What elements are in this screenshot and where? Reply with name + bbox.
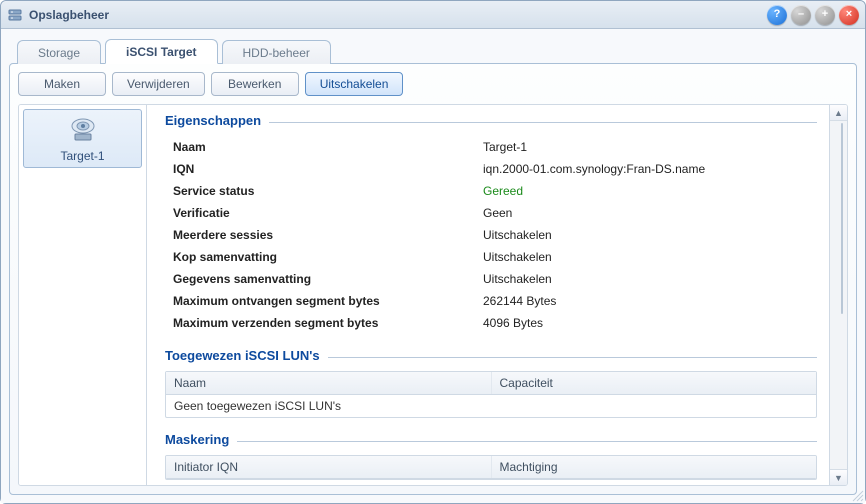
disable-button[interactable]: Uitschakelen: [305, 72, 404, 96]
prop-name-value: Target-1: [483, 136, 527, 158]
maximize-button[interactable]: +: [815, 5, 835, 25]
edit-button[interactable]: Bewerken: [211, 72, 299, 96]
tab-hdd-beheer[interactable]: HDD-beheer: [222, 40, 331, 64]
prop-header-digest-value: Uitschakelen: [483, 246, 552, 268]
section-properties: Eigenschappen Naam Target-1 IQN iqn.2000…: [165, 113, 817, 334]
luns-table-header: Naam Capaciteit: [166, 372, 816, 395]
scrollbar-down-arrow[interactable]: ▼: [830, 469, 847, 485]
masking-table-header: Initiator IQN Machtiging: [166, 456, 816, 479]
prop-max-recv-value: 262144 Bytes: [483, 290, 556, 312]
prop-row-iqn: IQN iqn.2000-01.com.synology:Fran-DS.nam…: [173, 158, 817, 180]
tabstrip: Storage iSCSI Target HDD-beheer: [9, 35, 857, 63]
prop-max-send-value: 4096 Bytes: [483, 312, 543, 334]
window-title: Opslagbeheer: [29, 8, 109, 22]
prop-max-recv-label: Maximum ontvangen segment bytes: [173, 290, 483, 312]
prop-service-status-value: Gereed: [483, 180, 523, 202]
window-body: Storage iSCSI Target HDD-beheer Maken Ve…: [1, 29, 865, 503]
section-luns-title: Toegewezen iSCSI LUN's: [165, 348, 817, 365]
minimize-button[interactable]: –: [791, 5, 811, 25]
prop-service-status-label: Service status: [173, 180, 483, 202]
prop-name-label: Naam: [173, 136, 483, 158]
titlebar: Opslagbeheer ? – + ×: [1, 1, 865, 29]
prop-row-verification: Verificatie Geen: [173, 202, 817, 224]
masking-col-permission: Machtiging: [492, 456, 817, 478]
masking-table: Initiator IQN Machtiging: [165, 455, 817, 480]
prop-row-data-digest: Gegevens samenvatting Uitschakelen: [173, 268, 817, 290]
prop-iqn-value: iqn.2000-01.com.synology:Fran-DS.name: [483, 158, 705, 180]
luns-col-capacity: Capaciteit: [492, 372, 817, 394]
luns-empty-text: Geen toegewezen iSCSI LUN's: [166, 395, 816, 417]
tab-storage[interactable]: Storage: [17, 40, 101, 64]
prop-iqn-label: IQN: [173, 158, 483, 180]
scrollbar-up-arrow[interactable]: ▲: [830, 105, 847, 121]
prop-row-name: Naam Target-1: [173, 136, 817, 158]
prop-row-header-digest: Kop samenvatting Uitschakelen: [173, 246, 817, 268]
target-item-label: Target-1: [60, 149, 104, 163]
prop-row-max-recv: Maximum ontvangen segment bytes 262144 B…: [173, 290, 817, 312]
prop-header-digest-label: Kop samenvatting: [173, 246, 483, 268]
tab-iscsi-target[interactable]: iSCSI Target: [105, 39, 217, 64]
iscsi-target-icon: [24, 116, 141, 147]
scrollbar-thumb[interactable]: [841, 123, 843, 314]
prop-verification-label: Verificatie: [173, 202, 483, 224]
luns-empty-row: Geen toegewezen iSCSI LUN's: [166, 395, 816, 417]
toolbar: Maken Verwijderen Bewerken Uitschakelen: [18, 72, 848, 96]
prop-row-service-status: Service status Gereed: [173, 180, 817, 202]
delete-button[interactable]: Verwijderen: [112, 72, 205, 96]
prop-sessions-label: Meerdere sessies: [173, 224, 483, 246]
section-masking: Maskering Initiator IQN Machtiging: [165, 432, 817, 480]
section-luns: Toegewezen iSCSI LUN's Naam Capaciteit G…: [165, 348, 817, 418]
prop-row-sessions: Meerdere sessies Uitschakelen: [173, 224, 817, 246]
luns-table: Naam Capaciteit Geen toegewezen iSCSI LU…: [165, 371, 817, 418]
target-list: Target-1: [19, 105, 147, 485]
create-button[interactable]: Maken: [18, 72, 106, 96]
prop-max-send-label: Maximum verzenden segment bytes: [173, 312, 483, 334]
close-button[interactable]: ×: [839, 5, 859, 25]
section-properties-title: Eigenschappen: [165, 113, 817, 130]
detail-panel: Eigenschappen Naam Target-1 IQN iqn.2000…: [147, 105, 829, 485]
target-item[interactable]: Target-1: [23, 109, 142, 168]
vertical-scrollbar[interactable]: ▲ ▼: [829, 105, 847, 485]
masking-col-initiator: Initiator IQN: [166, 456, 492, 478]
prop-data-digest-value: Uitschakelen: [483, 268, 552, 290]
prop-data-digest-label: Gegevens samenvatting: [173, 268, 483, 290]
help-button[interactable]: ?: [767, 5, 787, 25]
app-icon: [7, 7, 23, 23]
tab-panel: Maken Verwijderen Bewerken Uitschakelen: [9, 63, 857, 495]
prop-row-max-send: Maximum verzenden segment bytes 4096 Byt…: [173, 312, 817, 334]
content-split: Target-1 Eigenschappen Naam Target-1: [18, 104, 848, 486]
prop-verification-value: Geen: [483, 202, 512, 224]
prop-sessions-value: Uitschakelen: [483, 224, 552, 246]
section-masking-title: Maskering: [165, 432, 817, 449]
luns-col-name: Naam: [166, 372, 492, 394]
